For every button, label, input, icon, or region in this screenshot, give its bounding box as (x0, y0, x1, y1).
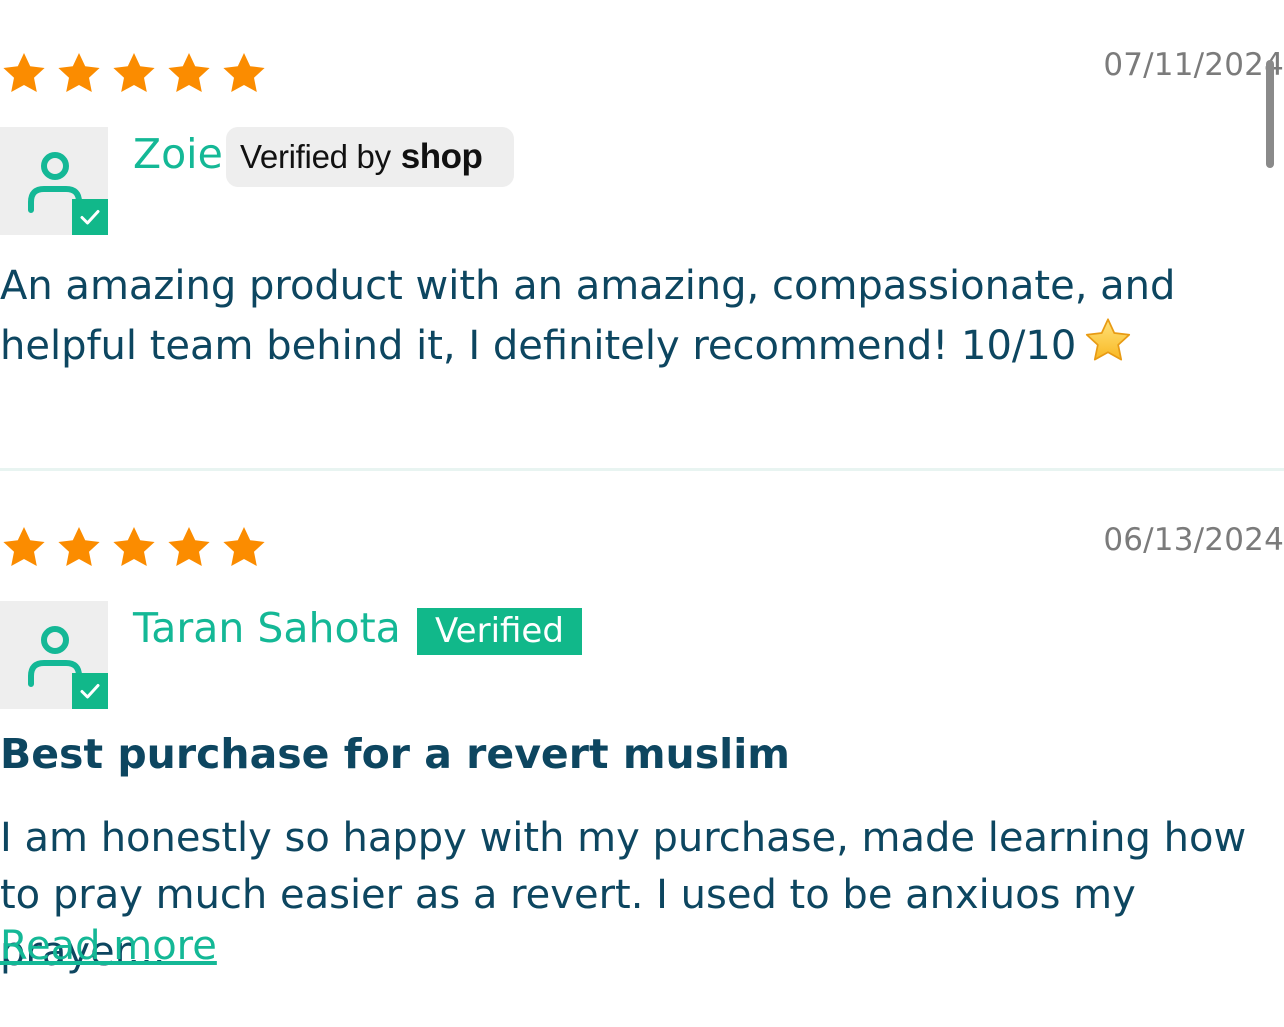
review-card: 07/11/2024 Zoie Verified by shop An amaz… (0, 0, 1284, 468)
star-emoji-icon (1082, 315, 1134, 367)
star-icon (55, 524, 103, 572)
review-date: 06/13/2024 (1103, 522, 1284, 558)
verified-badge: Verified (417, 608, 582, 655)
star-icon (110, 524, 158, 572)
verified-by-label: Verified by (240, 138, 391, 175)
read-more-link[interactable]: Read more (0, 923, 217, 969)
avatar (0, 601, 108, 709)
shop-logo: shop (400, 137, 483, 176)
review-body-text: An amazing product with an amazing, comp… (0, 263, 1176, 369)
review-date: 07/11/2024 (1103, 47, 1284, 83)
star-icon (0, 50, 48, 98)
avatar (0, 127, 108, 235)
star-icon (165, 524, 213, 572)
star-icon (220, 50, 268, 98)
checkmark-icon (72, 199, 108, 235)
author-name: Taran Sahota (133, 604, 401, 652)
star-icon (165, 50, 213, 98)
star-rating (0, 50, 275, 98)
star-icon (110, 50, 158, 98)
star-icon (220, 524, 268, 572)
review-divider (0, 468, 1284, 471)
author-name: Zoie (133, 130, 223, 178)
star-icon (55, 50, 103, 98)
star-rating (0, 524, 275, 572)
checkmark-icon (72, 673, 108, 709)
review-body: An amazing product with an amazing, comp… (0, 258, 1284, 375)
review-title: Best purchase for a revert muslim (0, 730, 790, 778)
review-card: 06/13/2024 Taran Sahota Verified Best pu… (0, 472, 1284, 1027)
verified-by-shop-badge: Verified by shop (226, 127, 514, 187)
scrollbar[interactable] (1266, 60, 1274, 168)
star-icon (0, 524, 48, 572)
